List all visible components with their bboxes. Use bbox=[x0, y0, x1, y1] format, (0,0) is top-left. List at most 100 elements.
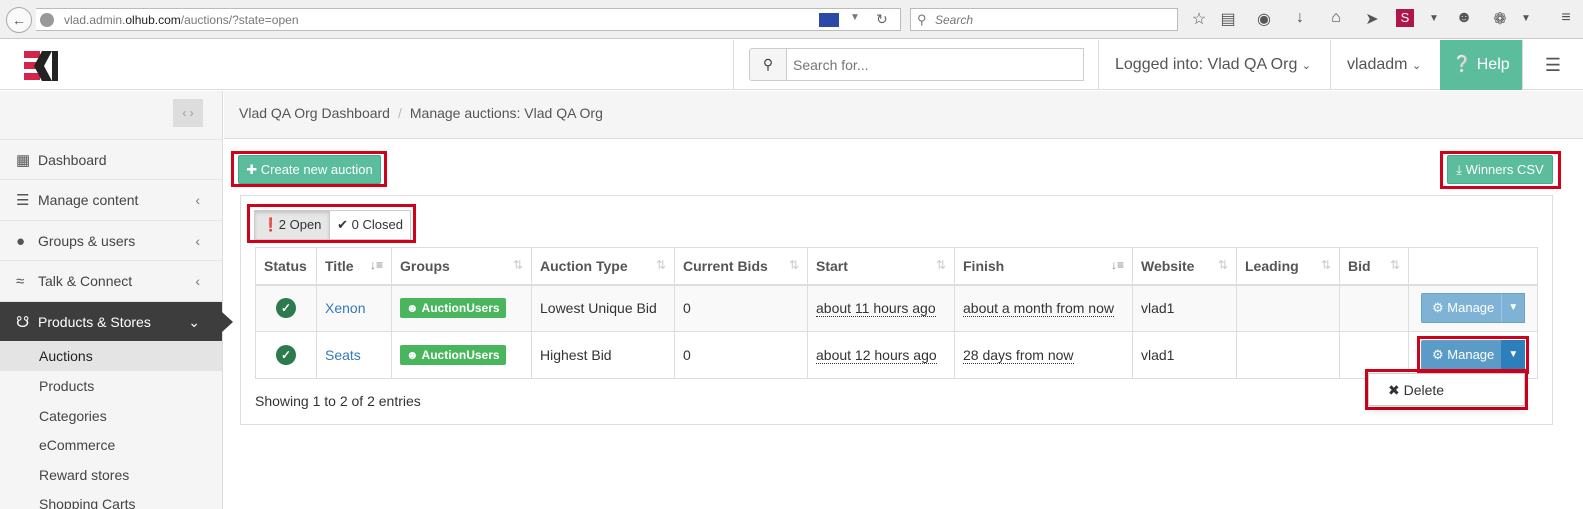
chat-icon[interactable]: ☻ bbox=[1453, 9, 1475, 27]
send-icon[interactable]: ➤ bbox=[1361, 9, 1383, 29]
users-icon: ☻ bbox=[406, 301, 419, 316]
users-icon: ☻ bbox=[406, 348, 419, 362]
chevron-down-icon: ⌄ bbox=[1301, 60, 1312, 72]
column-header-website[interactable]: Website ⇅ bbox=[1132, 247, 1237, 286]
sort-desc-icon: ↓≡ bbox=[369, 258, 383, 272]
hamburger-menu-icon[interactable]: ☰ bbox=[1522, 40, 1583, 90]
manage-button-group: ⚙ Manage ▼ bbox=[1416, 336, 1530, 374]
breadcrumb-current: Manage auctions: Vlad QA Org bbox=[409, 105, 603, 121]
column-header-finish[interactable]: Finish ↓≡ bbox=[954, 247, 1133, 286]
download-icon[interactable]: ↓ bbox=[1289, 9, 1311, 27]
finish-cell: 28 days from now bbox=[954, 331, 1133, 379]
actions-cell: ⚙ Manage ▼ bbox=[1408, 284, 1538, 332]
manage-dropdown-toggle[interactable]: ▼ bbox=[1501, 340, 1526, 370]
auction-title-link[interactable]: Xenon bbox=[325, 300, 365, 316]
sidebar-item-products-stores[interactable]: ☋ Products & Stores ⌄ bbox=[0, 301, 233, 341]
column-header-actions bbox=[1408, 247, 1538, 286]
bug-icon[interactable]: ❁ bbox=[1489, 9, 1511, 29]
tab-closed[interactable]: ✔ 0 Closed bbox=[329, 210, 411, 240]
sort-icon: ⇅ bbox=[1389, 258, 1400, 272]
org-label: Logged into: Vlad QA Org bbox=[1115, 56, 1298, 73]
breadcrumb-separator: / bbox=[397, 105, 402, 121]
manage-dropdown-menu: ✖ Delete bbox=[1368, 373, 1525, 406]
gear-icon: ⚙ bbox=[1432, 300, 1444, 316]
pocket-icon[interactable]: ◉ bbox=[1253, 9, 1275, 29]
url-dropdown-icon[interactable]: ▼ bbox=[850, 12, 860, 23]
download-icon: ⤓ bbox=[1456, 162, 1463, 177]
help-button[interactable]: ❔ Help bbox=[1440, 40, 1522, 90]
sidebar-subitem-ecommerce[interactable]: eCommerce bbox=[0, 430, 222, 460]
current-bids-cell: 0 bbox=[674, 331, 808, 379]
app-header: ⚲ Logged into: Vlad QA Org ⌄ vladadm ⌄ ❔… bbox=[0, 40, 1583, 90]
sidebar-item-groups-users[interactable]: ● Groups & users ‹ bbox=[0, 220, 222, 260]
column-header-bid[interactable]: Bid ⇅ bbox=[1339, 247, 1409, 286]
chevron-left-icon: ‹ bbox=[195, 192, 200, 208]
column-header-start[interactable]: Start ⇅ bbox=[807, 247, 955, 286]
column-header-current-bids[interactable]: Current Bids ⇅ bbox=[674, 247, 808, 286]
sort-icon: ⇅ bbox=[1320, 258, 1331, 272]
check-icon: ✔ bbox=[337, 217, 348, 232]
sort-icon: ⇅ bbox=[512, 258, 523, 272]
search-icon[interactable]: ⚲ bbox=[749, 48, 787, 81]
search-input[interactable] bbox=[786, 48, 1084, 81]
org-selector[interactable]: Logged into: Vlad QA Org ⌄ bbox=[1098, 40, 1330, 90]
breadcrumb-dashboard[interactable]: Vlad QA Org Dashboard bbox=[239, 105, 390, 121]
brand-logo[interactable] bbox=[22, 48, 60, 84]
groups-cell: ☻ AuctionUsers bbox=[391, 284, 532, 332]
browser-menu-icon[interactable]: ≡ bbox=[1555, 9, 1577, 27]
sidebar-item-manage-content[interactable]: ☰ Manage content ‹ bbox=[0, 179, 222, 219]
column-header-status[interactable]: Status bbox=[255, 247, 317, 286]
browser-search-placeholder: Search bbox=[935, 13, 974, 27]
sidebar-collapse-button[interactable]: ‹ › bbox=[173, 99, 203, 127]
globe-icon bbox=[40, 13, 54, 27]
addon-dropdown-icon[interactable]: ▼ bbox=[1515, 13, 1537, 24]
sidebar-subitem-auctions[interactable]: Auctions bbox=[0, 341, 222, 371]
auction-type-cell: Lowest Unique Bid bbox=[531, 284, 675, 332]
gear-icon: ⚙ bbox=[1432, 347, 1444, 362]
sidebar-subitem-reward-stores[interactable]: Reward stores bbox=[0, 460, 222, 490]
group-badge[interactable]: ☻ AuctionUsers bbox=[400, 345, 506, 365]
info-icon: ❗ bbox=[262, 217, 279, 232]
sidebar-item-talk-connect[interactable]: ≈ Talk & Connect ‹ bbox=[0, 260, 222, 300]
sidebar-subitem-shopping-carts[interactable]: Shopping Carts bbox=[0, 489, 222, 509]
manage-button[interactable]: ⚙ Manage bbox=[1421, 293, 1506, 324]
sidebar-subitem-products[interactable]: Products bbox=[0, 371, 222, 401]
extension-s-icon[interactable]: S bbox=[1396, 9, 1414, 27]
column-header-groups[interactable]: Groups ⇅ bbox=[391, 247, 532, 286]
home-icon[interactable]: ⌂ bbox=[1325, 9, 1347, 27]
reload-icon[interactable]: ↻ bbox=[876, 11, 888, 28]
dashboard-icon: ▦ bbox=[16, 152, 31, 169]
create-auction-button[interactable]: ✚ Create new auction bbox=[238, 155, 381, 184]
tab-open[interactable]: ❗2 Open bbox=[254, 210, 330, 240]
delete-menu-item[interactable]: ✖ Delete bbox=[1388, 382, 1444, 398]
column-header-leading[interactable]: Leading ⇅ bbox=[1236, 247, 1340, 286]
groups-cell: ☻ AuctionUsers bbox=[391, 331, 532, 379]
column-header-auction-type[interactable]: Auction Type ⇅ bbox=[531, 247, 675, 286]
back-button[interactable]: ← bbox=[6, 7, 32, 33]
check-circle-icon: ✓ bbox=[276, 298, 296, 319]
bookmark-star-icon[interactable]: ☆ bbox=[1188, 9, 1210, 29]
table-row: ✓ Xenon ☻ AuctionUsers Lowest Unique Bid… bbox=[255, 284, 1538, 332]
user-menu[interactable]: vladadm ⌄ bbox=[1330, 40, 1440, 90]
browser-search-field[interactable]: ⚲ Search bbox=[910, 8, 1178, 31]
title-cell: Seats bbox=[316, 331, 392, 379]
check-circle-icon: ✓ bbox=[276, 345, 296, 365]
website-cell: vlad1 bbox=[1132, 331, 1237, 379]
leading-cell bbox=[1236, 331, 1340, 379]
leading-cell bbox=[1236, 284, 1340, 332]
user-icon: ● bbox=[16, 233, 26, 250]
sort-icon: ⇅ bbox=[1217, 258, 1228, 272]
winners-csv-button[interactable]: ⤓ Winners CSV bbox=[1447, 155, 1553, 184]
url-bar[interactable]: vlad.admin.olhub.com/auctions/?state=ope… bbox=[36, 8, 901, 31]
auction-title-link[interactable]: Seats bbox=[325, 347, 361, 363]
manage-dropdown-toggle[interactable]: ▼ bbox=[1501, 293, 1526, 324]
reading-list-icon[interactable]: ▤ bbox=[1217, 9, 1239, 29]
sidebar-subitem-categories[interactable]: Categories bbox=[0, 401, 222, 431]
flag-icon bbox=[819, 13, 839, 27]
chevron-down-icon: ⌄ bbox=[1411, 60, 1422, 72]
manage-button[interactable]: ⚙ Manage bbox=[1421, 340, 1506, 370]
extension-dropdown-icon[interactable]: ▼ bbox=[1423, 13, 1445, 24]
group-badge[interactable]: ☻ AuctionUsers bbox=[400, 298, 506, 319]
sidebar-item-dashboard[interactable]: ▦ Dashboard bbox=[0, 139, 222, 179]
column-header-title[interactable]: Title ↓≡ bbox=[316, 247, 392, 286]
